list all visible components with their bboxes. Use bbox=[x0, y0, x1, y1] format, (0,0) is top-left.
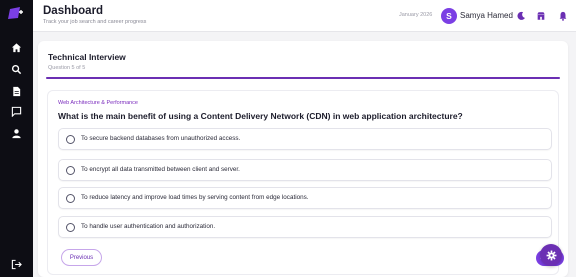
question-counter: Question 5 of 5 bbox=[48, 65, 86, 71]
document-icon[interactable] bbox=[9, 84, 23, 98]
answer-option-text: To secure backend databases from unautho… bbox=[81, 135, 241, 142]
current-date: January 2026 bbox=[399, 12, 433, 18]
answer-option[interactable]: To encrypt all data transmitted between … bbox=[58, 159, 552, 181]
search-icon[interactable] bbox=[9, 62, 23, 76]
previous-button[interactable]: Previous bbox=[61, 249, 102, 266]
app-logo-icon[interactable] bbox=[8, 6, 25, 20]
moon-icon[interactable] bbox=[515, 10, 526, 21]
radio-button[interactable] bbox=[66, 223, 75, 232]
answer-option[interactable]: To secure backend databases from unautho… bbox=[58, 128, 552, 150]
answer-option-text: To handle user authentication and author… bbox=[81, 223, 216, 230]
answer-option[interactable]: To handle user authentication and author… bbox=[58, 216, 552, 238]
answer-option[interactable]: To reduce latency and improve load times… bbox=[58, 187, 552, 209]
home-icon[interactable] bbox=[9, 40, 23, 54]
chat-icon[interactable] bbox=[9, 104, 23, 118]
logout-icon[interactable] bbox=[9, 257, 23, 271]
radio-button[interactable] bbox=[66, 135, 75, 144]
gear-icon bbox=[546, 250, 557, 261]
radio-button[interactable] bbox=[66, 166, 75, 175]
radio-button[interactable] bbox=[66, 194, 75, 203]
progress-bar-fill bbox=[46, 77, 560, 79]
progress-bar bbox=[46, 77, 560, 79]
user-icon[interactable] bbox=[9, 126, 23, 140]
page-title: Dashboard bbox=[43, 5, 104, 17]
question-panel: Web Architecture & Performance What is t… bbox=[47, 90, 564, 275]
interview-title: Technical Interview bbox=[48, 52, 126, 62]
answer-option-text: To reduce latency and improve load times… bbox=[81, 194, 309, 201]
question-text: What is the main benefit of using a Cont… bbox=[58, 111, 463, 121]
answer-option-text: To encrypt all data transmitted between … bbox=[81, 166, 240, 173]
settings-fab[interactable] bbox=[540, 244, 562, 266]
question-category: Web Architecture & Performance bbox=[58, 100, 138, 106]
page-subtitle: Track your job search and career progres… bbox=[43, 19, 147, 25]
sidebar bbox=[0, 0, 33, 277]
interview-card: Technical Interview Question 5 of 5 Web … bbox=[38, 41, 568, 277]
top-header: Dashboard Track your job search and care… bbox=[33, 0, 576, 32]
bell-icon[interactable] bbox=[557, 10, 568, 21]
avatar[interactable]: S bbox=[441, 8, 457, 24]
shop-icon[interactable] bbox=[535, 10, 546, 21]
user-name[interactable]: Samya Hamed bbox=[460, 11, 513, 20]
